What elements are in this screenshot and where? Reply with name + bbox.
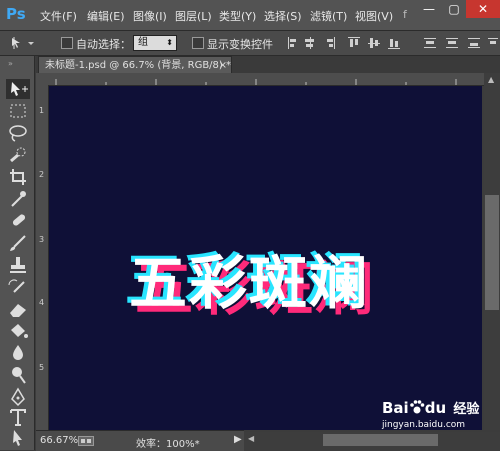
dropdown-arrow-icon: ⬍ [166,38,173,47]
canvas-text-art: 五彩斑斓 五彩斑斓 五彩斑斓 [125,236,373,323]
auto-select-checkbox[interactable] [61,37,73,49]
type-tool-icon[interactable] [6,407,30,427]
efficiency-readout: 效率：100%* [136,439,200,450]
menu-layer[interactable]: 图层(L) [175,8,212,24]
watermark-product: 经验 [453,402,480,417]
menu-file[interactable]: 文件(F) [40,8,77,24]
tab-close-icon[interactable]: × [219,57,227,74]
menu-type[interactable]: 类型(Y) [219,8,256,24]
maximize-button[interactable]: ▢ [442,0,466,18]
menu-filter[interactable]: 滤镜(T) [310,8,347,24]
eyedropper-tool-icon[interactable] [6,189,30,209]
show-transform-checkbox[interactable] [192,37,204,49]
close-window-button[interactable]: ✕ [466,0,500,18]
status-menu-arrow-icon[interactable]: ▶ [234,434,242,445]
baidu-jingyan-watermark: Bai du 经验 jingyan.baidu.com [380,398,500,438]
healing-brush-tool-icon[interactable] [6,211,30,231]
paint-bucket-tool-icon[interactable] [6,321,30,341]
ruler-mark: 2 [39,170,45,179]
menu-overflow[interactable]: f [403,8,407,21]
history-brush-tool-icon[interactable] [6,277,30,297]
vertical-ruler: 1 2 3 4 5 [36,85,49,430]
minimize-button[interactable]: — [416,0,442,18]
blur-tool-icon[interactable] [6,343,30,363]
ruler-mark: 3 [39,235,45,244]
menu-image[interactable]: 图像(I) [133,8,167,24]
document-info-icon[interactable] [78,436,94,446]
quick-selection-tool-icon[interactable] [6,145,30,165]
watermark-url: jingyan.baidu.com [382,420,466,430]
photoshop-logo: Ps [6,5,26,23]
panel-collapse-icon[interactable]: » [8,59,13,68]
document-tab-title: 未标题-1.psd @ 66.7% (背景, RGB/8) * [45,60,231,71]
ruler-mark: 4 [39,298,45,307]
distribute-buttons[interactable] [420,35,500,51]
menu-view[interactable]: 视图(V) [355,8,393,24]
move-tool-preset-icon[interactable] [8,35,38,51]
zoom-level[interactable]: 66.67% [40,435,78,446]
scroll-left-icon[interactable]: ◀ [248,434,254,443]
clone-stamp-tool-icon[interactable] [6,255,30,275]
document-canvas[interactable]: 五彩斑斓 五彩斑斓 五彩斑斓 [49,86,482,430]
auto-select-label: 自动选择： [76,38,131,51]
menu-select[interactable]: 选择(S) [264,8,302,24]
menu-edit[interactable]: 编辑(E) [87,8,125,24]
ruler-mark: 5 [39,363,45,372]
align-buttons[interactable] [286,35,406,51]
horizontal-ruler [36,73,484,86]
move-tool-icon[interactable] [6,79,30,99]
vertical-scroll-thumb[interactable] [485,195,499,310]
canvas-text: 五彩斑斓 [129,249,370,317]
eraser-tool-icon[interactable] [6,299,30,319]
watermark-brand-suffix: du [424,399,447,417]
auto-select-dropdown[interactable]: 组 ⬍ [133,35,177,51]
status-bar: 66.67% 效率：100%* ▶ [36,430,244,451]
pen-tool-icon[interactable] [6,387,30,407]
crop-tool-icon[interactable] [6,167,30,187]
show-transform-label: 显示变换控件 [207,38,273,51]
watermark-brand: Bai [382,399,409,417]
lasso-tool-icon[interactable] [6,123,30,143]
baidu-paw-icon [409,400,425,414]
dodge-tool-icon[interactable] [6,365,30,385]
marquee-tool-icon[interactable] [6,101,30,121]
brush-tool-icon[interactable] [6,233,30,253]
path-selection-tool-icon[interactable] [6,428,30,448]
auto-select-value: 组 [138,37,148,48]
document-tab[interactable]: 未标题-1.psd @ 66.7% (背景, RGB/8) * × [38,56,232,73]
ruler-mark: 1 [39,106,45,115]
scroll-up-icon[interactable]: ▲ [488,75,494,84]
